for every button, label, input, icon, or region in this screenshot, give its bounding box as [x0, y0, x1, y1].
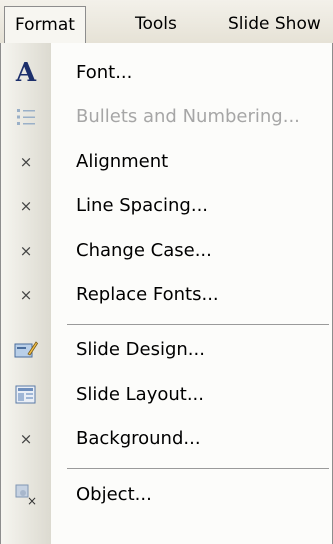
- menu-item-label: Change Case...: [76, 240, 212, 261]
- menu-item-background[interactable]: × Background...: [1, 417, 332, 461]
- menu-item-line-spacing[interactable]: × Line Spacing...: [1, 184, 332, 228]
- menu-bar: Format Tools Slide Show: [0, 0, 333, 44]
- x-marker-icon: ×: [19, 197, 33, 215]
- menu-item-slide-layout[interactable]: Slide Layout...: [1, 373, 332, 417]
- menu-item-label: Font...: [76, 62, 133, 83]
- menu-separator: [67, 468, 329, 469]
- menu-item-alignment[interactable]: × Alignment: [1, 140, 332, 184]
- menubar-slide-show[interactable]: Slide Show: [218, 6, 331, 42]
- menu-item-label: Object...: [76, 484, 152, 505]
- object-icon: ×: [1, 473, 51, 517]
- menu-item-slide-design[interactable]: Slide Design...: [1, 328, 332, 372]
- menu-item-label: Background...: [76, 428, 201, 449]
- menu-separator: [67, 324, 329, 325]
- menu-item-replace-fonts[interactable]: × Replace Fonts...: [1, 273, 332, 317]
- slide-layout-icon: [1, 373, 51, 417]
- x-marker-icon: ×: [19, 242, 33, 260]
- x-marker-icon: ×: [19, 153, 33, 171]
- x-marker-icon: ×: [19, 286, 33, 304]
- menu-item-bullets-and-numbering: Bullets and Numbering...: [1, 95, 332, 139]
- menu-item-label: Line Spacing...: [76, 195, 209, 216]
- menubar-format[interactable]: Format: [4, 6, 86, 44]
- menu-item-label: Bullets and Numbering...: [76, 106, 300, 127]
- menu-item-label: Slide Design...: [76, 339, 205, 360]
- menu-item-change-case[interactable]: × Change Case...: [1, 229, 332, 273]
- menu-item-font[interactable]: A Font...: [1, 51, 332, 95]
- format-menu: A Font... Bullets and Numbering... × Ali…: [0, 43, 333, 544]
- menubar-tools[interactable]: Tools: [125, 6, 187, 42]
- menu-item-label: Alignment: [76, 151, 169, 172]
- x-marker-icon: ×: [19, 430, 33, 448]
- menu-item-object[interactable]: × Object...: [1, 473, 332, 517]
- menu-item-label: Replace Fonts...: [76, 284, 219, 305]
- svg-text:×: ×: [27, 494, 37, 507]
- font-a-icon: A: [15, 58, 37, 88]
- menu-item-label: Slide Layout...: [76, 384, 205, 405]
- slide-design-icon: [1, 328, 51, 372]
- bullets-icon: [1, 95, 51, 139]
